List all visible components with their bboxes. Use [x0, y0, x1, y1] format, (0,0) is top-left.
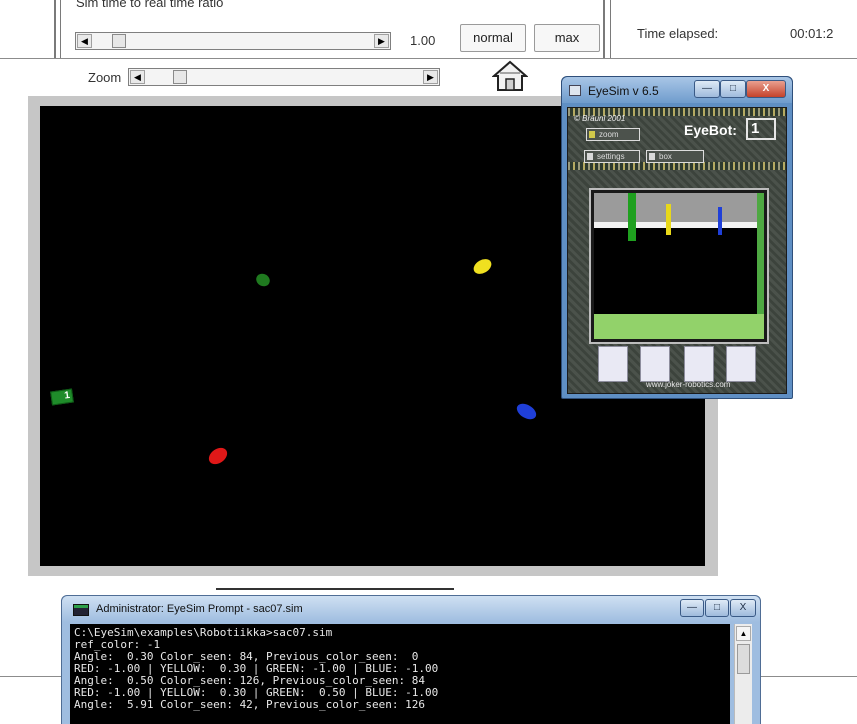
terminal-output[interactable]: C:\EyeSim\examples\Robotiikka>sac07.sim …: [70, 624, 730, 724]
camera-view-frame: [589, 188, 769, 344]
zoom-toggle[interactable]: zoom: [586, 128, 640, 141]
eyebot-number: 1: [746, 118, 776, 140]
sim-ratio-value: 1.00: [410, 33, 436, 48]
camera-wall: [594, 222, 764, 228]
eyesim-window[interactable]: EyeSim v 6.5 — □ X © Bräunl 2001 zoom se…: [561, 76, 793, 399]
green-ball-in-view: [628, 193, 636, 241]
zoom-label: Zoom: [88, 70, 122, 85]
sim-ratio-label: Sim time to real time ratio: [76, 0, 224, 10]
eyesim-titlebar[interactable]: EyeSim v 6.5 — □ X: [562, 77, 792, 103]
zoom-slider[interactable]: ◀ ▶: [128, 68, 440, 86]
terminal-line: Angle: 5.91 Color_seen: 42, Previous_col…: [74, 698, 425, 711]
box-toggle-label: box: [659, 152, 672, 161]
screen: Sim time to real time ratio ◀ ▶ 1.00 nor…: [0, 0, 857, 724]
home-icon[interactable]: [491, 60, 529, 92]
camera-background: [594, 193, 764, 222]
terminal-title: Administrator: EyeSim Prompt - sac07.sim: [96, 603, 303, 615]
app-icon: [569, 85, 581, 96]
close-icon[interactable]: X: [730, 599, 756, 617]
terminal-window[interactable]: Administrator: EyeSim Prompt - sac07.sim…: [61, 595, 761, 724]
eyebot-label: EyeBot:: [684, 122, 737, 138]
toggle-indicator: [589, 131, 595, 138]
copyright-text: © Bräunl 2001: [574, 114, 626, 123]
divider: [54, 0, 56, 58]
scroll-right-icon[interactable]: ▶: [374, 34, 389, 48]
time-elapsed-value: 00:01:2: [790, 26, 834, 41]
eyebot-panel: © Bräunl 2001 zoom settings box EyeBot: …: [567, 107, 787, 394]
softkey-4[interactable]: [726, 346, 756, 382]
settings-toggle-label: settings: [597, 152, 625, 161]
terminal-line: C:\EyeSim\examples\Robotiikka>sac07.sim: [74, 626, 333, 639]
terminal-titlebar[interactable]: Administrator: EyeSim Prompt - sac07.sim…: [62, 596, 760, 622]
blue-ball-in-view: [718, 207, 722, 235]
maximize-icon[interactable]: □: [705, 599, 729, 617]
normal-button[interactable]: normal: [460, 24, 526, 52]
max-button[interactable]: max: [534, 24, 600, 52]
minimize-icon[interactable]: —: [680, 599, 704, 617]
bottom-slider-track: [216, 588, 454, 590]
close-icon[interactable]: X: [746, 80, 786, 98]
website-text: www.joker-robotics.com: [646, 380, 731, 389]
divider: [603, 0, 605, 58]
box-toggle[interactable]: box: [646, 150, 704, 163]
terminal-scrollbar[interactable]: ▲: [734, 624, 752, 724]
yellow-ball-in-view: [666, 204, 671, 235]
softkey-3[interactable]: [684, 346, 714, 382]
sim-ratio-thumb[interactable]: [112, 34, 126, 48]
sim-ratio-slider[interactable]: ◀ ▶: [75, 32, 391, 50]
time-elapsed-label: Time elapsed:: [637, 26, 719, 41]
divider: [60, 0, 61, 58]
scroll-up-icon[interactable]: ▲: [736, 626, 751, 641]
scroll-left-icon[interactable]: ◀: [77, 34, 92, 48]
camera-view: [594, 193, 764, 339]
zoom-thumb[interactable]: [173, 70, 187, 84]
terminal-app-icon: [73, 604, 89, 616]
minimize-icon[interactable]: —: [694, 80, 720, 98]
toolbar-separator: [0, 58, 857, 59]
zoom-toggle-label: zoom: [599, 130, 619, 139]
camera-side-wall: [757, 193, 764, 314]
camera-floor: [594, 314, 764, 339]
softkey-1[interactable]: [598, 346, 628, 382]
eyesim-title: EyeSim v 6.5: [588, 84, 659, 98]
robot-id: 1: [63, 389, 71, 402]
softkey-2[interactable]: [640, 346, 670, 382]
scroll-left-icon[interactable]: ◀: [130, 70, 145, 84]
settings-toggle[interactable]: settings: [584, 150, 640, 163]
scroll-right-icon[interactable]: ▶: [423, 70, 438, 84]
pin-strip: [568, 162, 786, 170]
scroll-thumb[interactable]: [737, 644, 750, 674]
toggle-indicator: [649, 153, 655, 160]
divider: [610, 0, 611, 58]
toggle-indicator: [587, 153, 593, 160]
maximize-icon[interactable]: □: [720, 80, 746, 98]
